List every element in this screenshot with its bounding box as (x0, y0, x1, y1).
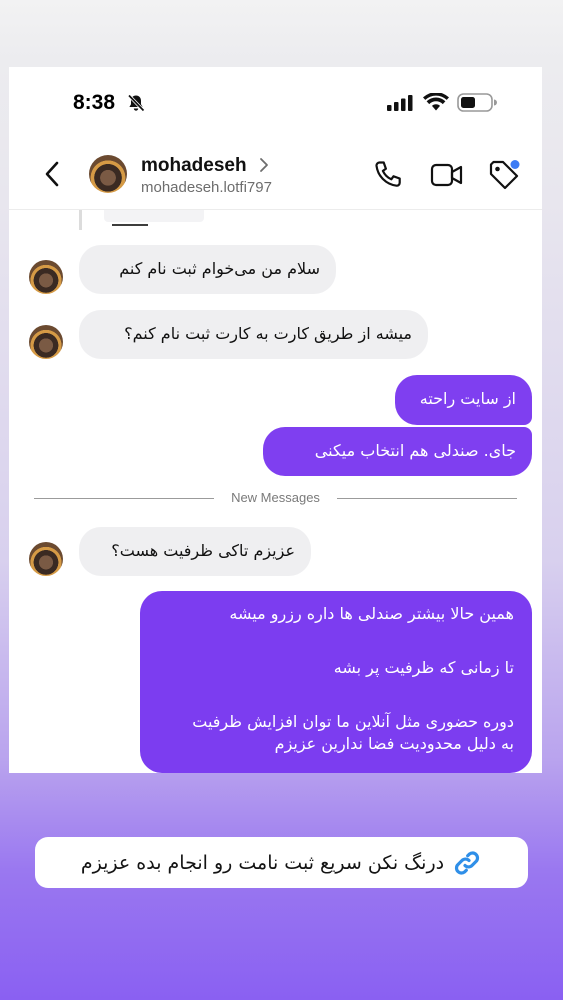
message-text: از سایت راحته (419, 389, 516, 408)
message-text: جای. صندلی هم انتخاب میکنی (314, 441, 516, 460)
notification-dot (510, 160, 520, 169)
wifi-icon (423, 93, 449, 111)
tag-icon[interactable] (488, 159, 522, 193)
outgoing-message-long[interactable]: همین حالا بیشتر صندلی ها داره رزرو میشه … (140, 591, 532, 773)
incoming-message[interactable]: میشه از طریق کارت به کارت ثبت نام کنم؟ (79, 310, 428, 359)
contact-name[interactable]: mohadeseh (141, 155, 247, 177)
incoming-message[interactable]: سلام من می‌خوام ثبت نام کنم (79, 245, 336, 294)
outgoing-message[interactable]: جای. صندلی هم انتخاب میکنی (263, 427, 532, 476)
story-screenshot: 8:38 mohadeseh mohadeseh.lotfi797 سلام م… (9, 67, 542, 773)
message-line: به دلیل محدودیت فضا ندارین عزیزم (274, 734, 514, 753)
message-line: دوره حضوری مثل آنلاین ما توان افزایش ظرف… (192, 712, 514, 731)
new-messages-label: New Messages (231, 490, 320, 505)
link-icon (455, 850, 480, 875)
back-chevron-icon[interactable] (42, 159, 64, 189)
chevron-right-icon[interactable] (259, 157, 269, 173)
shared-post-preview[interactable] (79, 210, 212, 230)
divider-line (34, 498, 214, 499)
preview-card (104, 210, 204, 222)
sender-avatar[interactable] (29, 325, 63, 359)
sender-avatar[interactable] (29, 542, 63, 576)
message-line: تا زمانی که ظرفیت پر بشه (333, 658, 514, 677)
message-text: عزیزم تاکی ظرفیت هست؟ (111, 541, 295, 560)
sender-avatar[interactable] (29, 260, 63, 294)
new-messages-divider: New Messages (9, 489, 542, 509)
message-text: میشه از طریق کارت به کارت ثبت نام کنم؟ (124, 324, 412, 343)
battery-icon (457, 93, 497, 112)
divider-line (337, 498, 517, 499)
outgoing-message[interactable]: از سایت راحته (395, 375, 532, 425)
cellular-signal-icon (387, 95, 413, 111)
link-sticker-text: درنگ نکن سریع ثبت نامت رو انجام بده عزیز… (80, 851, 445, 874)
bell-slash-icon (127, 94, 145, 112)
link-sticker[interactable]: درنگ نکن سریع ثبت نامت رو انجام بده عزیز… (35, 837, 528, 888)
contact-handle: mohadeseh.lotfi797 (141, 179, 272, 196)
contact-avatar[interactable] (89, 155, 127, 193)
phone-icon[interactable] (371, 159, 403, 191)
status-time: 8:38 (73, 91, 116, 114)
video-camera-icon[interactable] (430, 159, 464, 191)
message-line: همین حالا بیشتر صندلی ها داره رزرو میشه (229, 604, 514, 623)
incoming-message[interactable]: عزیزم تاکی ظرفیت هست؟ (79, 527, 311, 576)
preview-bar (112, 224, 148, 226)
message-text: سلام من می‌خوام ثبت نام کنم (119, 259, 320, 278)
